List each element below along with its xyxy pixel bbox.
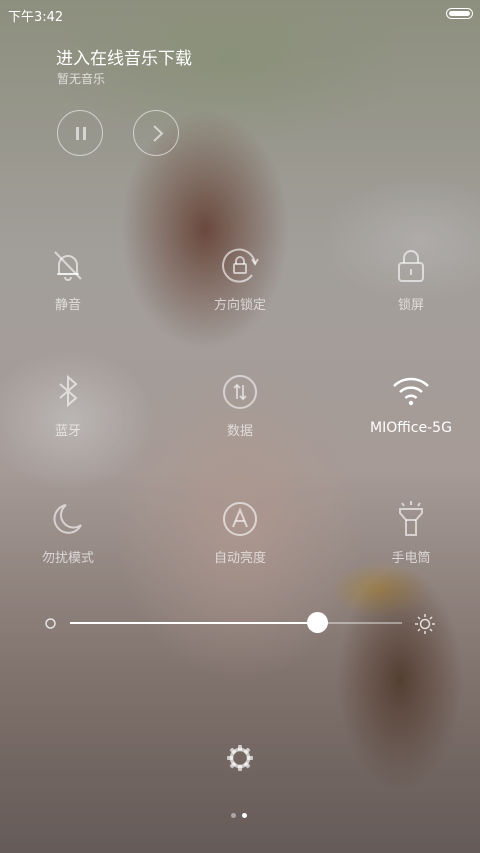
toggle-label: 方向锁定 [213, 298, 266, 313]
brightness-slider-fill [70, 622, 318, 624]
toggle-mobile-data[interactable]: 数据 [160, 372, 320, 482]
toggle-flashlight[interactable]: 手电筒 [331, 499, 480, 609]
wifi-icon [393, 377, 429, 406]
toggle-label: 蓝牙 [54, 424, 81, 439]
page-dot-1 [231, 813, 236, 818]
toggle-lock-screen[interactable]: 锁屏 [331, 246, 480, 356]
bluetooth-icon [59, 374, 78, 408]
toggle-label: 静音 [54, 298, 81, 313]
mute-bell-icon [54, 251, 82, 281]
moon-icon [53, 504, 82, 534]
toggle-bluetooth[interactable]: 蓝牙 [0, 372, 148, 482]
toggle-mute[interactable]: 静音 [0, 246, 148, 356]
flashlight-icon [399, 501, 423, 536]
toggle-wifi[interactable]: MIOffice-5G [331, 372, 480, 482]
brightness-slider[interactable] [70, 612, 402, 633]
toggle-label: 自动亮度 [213, 551, 266, 566]
next-button[interactable] [133, 110, 179, 156]
toggle-label: 锁屏 [397, 298, 424, 313]
status-time: 下午3:42 [8, 10, 64, 25]
pause-icon [76, 127, 86, 140]
gear-icon[interactable] [225, 743, 255, 773]
pause-button[interactable] [57, 110, 103, 156]
music-title[interactable]: 进入在线音乐下载 [56, 44, 192, 69]
toggle-auto-brightness[interactable]: 自动亮度 [160, 499, 320, 609]
brightness-high-icon [415, 614, 435, 634]
music-subtitle: 暂无音乐 [57, 72, 106, 86]
status-bar: 下午3:42 [0, 0, 480, 26]
toggle-rotation-lock[interactable]: 方向锁定 [160, 246, 320, 356]
toggle-label: 数据 [226, 424, 253, 439]
auto-brightness-icon [223, 502, 257, 536]
battery-icon [446, 8, 473, 19]
next-icon [153, 125, 164, 142]
toggle-label: MIOffice-5G [370, 420, 452, 436]
page-dot-2 [242, 813, 247, 818]
brightness-low-icon [45, 618, 56, 629]
toggle-label: 手电筒 [391, 551, 431, 566]
toggle-do-not-disturb[interactable]: 勿扰模式 [0, 499, 148, 609]
rotation-lock-icon [222, 248, 259, 283]
mobile-data-icon [223, 375, 257, 409]
page-indicator [229, 813, 253, 819]
lock-icon [398, 250, 424, 282]
toggle-label: 勿扰模式 [41, 551, 94, 566]
